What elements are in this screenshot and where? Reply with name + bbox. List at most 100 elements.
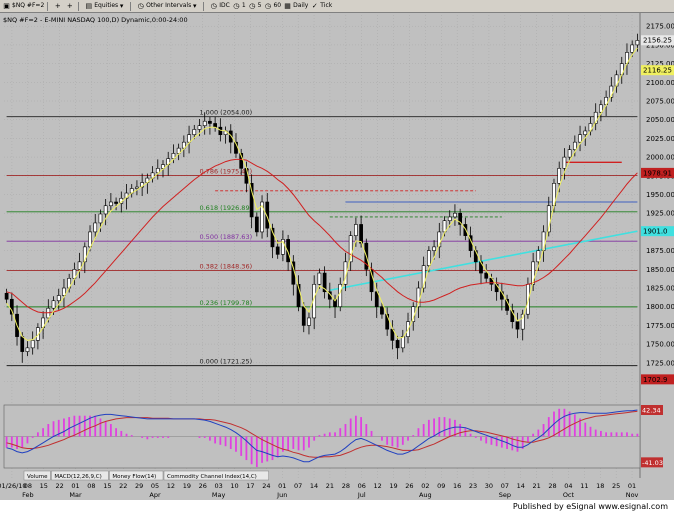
- plus-icon: +: [54, 1, 61, 10]
- month-label: Feb: [22, 491, 34, 499]
- price-tick-label: 2100.00: [646, 79, 674, 87]
- chart-title: $NQ #F=2 - E-MINI NASDAQ 100,D) Dynamic,…: [3, 16, 188, 24]
- fib-level-label: 0.382 (1848.36): [199, 263, 252, 271]
- clock-icon: ◷: [233, 1, 240, 10]
- candle-body: [93, 222, 98, 233]
- symbol-label: $NQ #F=2: [12, 2, 45, 9]
- toolbar-button-5[interactable]: ◷ 5: [249, 0, 262, 12]
- date-tick-label: 28: [342, 482, 350, 490]
- date-tick-label: 29: [135, 482, 143, 490]
- macd-panel: 42.34 -41.03: [3, 404, 663, 469]
- price-tick-label: 1925.00: [646, 210, 674, 218]
- study-tab: Money Flow(14): [109, 470, 164, 481]
- date-tick-label: 11: [580, 482, 588, 490]
- chevron-down-icon: ▾: [192, 1, 197, 10]
- candle-body: [109, 201, 113, 207]
- macd-tag-value: 42.34: [642, 407, 661, 415]
- toolbar-add-button[interactable]: +: [54, 1, 63, 10]
- month-label: Aug: [419, 491, 432, 499]
- study-tabs: Volume MACD(12,26,9,C) Money Flow(14) Commo…: [23, 470, 269, 481]
- symbol-selector[interactable]: ▣ $NQ #F=2: [3, 0, 44, 12]
- price-tag-value: 2156.25: [643, 37, 672, 45]
- price-tick-label: 1775.00: [646, 322, 674, 330]
- date-tick-label: 01: [71, 482, 79, 490]
- date-tick-label: 05: [151, 482, 159, 490]
- date-tick-label: 30: [485, 482, 493, 490]
- date-tick-label: 01: [278, 482, 286, 490]
- toolbar-label-1: 1: [241, 2, 246, 9]
- candle-body: [56, 295, 61, 302]
- toolbar-button-1[interactable]: ◷ 1: [233, 0, 246, 12]
- price-tick-label: 1825.00: [646, 285, 674, 293]
- candle-body: [114, 201, 118, 204]
- date-tick-label: 07: [294, 482, 302, 490]
- candle-body: [578, 134, 582, 143]
- clock-icon: ◷: [210, 1, 217, 10]
- price-chart[interactable]: 1.000 (2054.00) 0.786 (1975.47) 0.618 (192…: [0, 13, 674, 500]
- toolbar-separator: [203, 1, 205, 11]
- month-label: Nov: [626, 491, 639, 499]
- date-tick-label: 02: [421, 482, 429, 490]
- price-tick-label: 1750.00: [646, 341, 674, 349]
- price-tag-value: 2116.25: [643, 67, 672, 75]
- candle-body: [572, 141, 577, 150]
- toolbar-label-5: 5: [257, 2, 262, 9]
- candle-body: [307, 317, 311, 326]
- study-tab-label: Commodity Channel Index(14,C): [167, 474, 257, 480]
- candle-body: [218, 126, 223, 135]
- date-tick-label: 14: [517, 482, 525, 490]
- date-tick-label: 28: [548, 482, 556, 490]
- date-tick-label: 01: [628, 482, 636, 490]
- date-tick-label: 15: [40, 482, 48, 490]
- month-label: Oct: [563, 491, 575, 499]
- toolbar-button-other-intervals[interactable]: ◷ Other Intervals ▾: [137, 0, 200, 12]
- date-tick-label: 04: [564, 482, 572, 490]
- month-label: Jun: [276, 491, 287, 499]
- study-tab: MACD(12,26,9,C): [51, 470, 109, 481]
- candle-body: [103, 205, 108, 215]
- candle-body: [338, 283, 343, 308]
- toolbar-button-equities[interactable]: ▤ Equities ▾: [85, 0, 127, 12]
- toolbar-button-daily[interactable]: ▦ Daily: [284, 0, 308, 12]
- month-label: Sep: [499, 491, 511, 499]
- candle-body: [301, 306, 306, 326]
- toolbar-label-other-intervals: Other Intervals: [146, 2, 192, 9]
- date-tick-label: 08: [24, 482, 32, 490]
- month-label: May: [212, 491, 226, 499]
- candle-body: [192, 129, 197, 135]
- candle-body: [427, 250, 431, 266]
- study-tab: Commodity Channel Index(14,C): [163, 470, 269, 481]
- price-tick-label: 2075.00: [646, 98, 674, 106]
- candle-body: [583, 130, 588, 135]
- candle-body: [359, 224, 363, 244]
- toolbar-button-tick[interactable]: ✓ Tick: [311, 0, 332, 12]
- toolbar-label-tick: Tick: [320, 2, 333, 9]
- toolbar-label-equities: Equities: [94, 2, 119, 9]
- price-tick-label: 1875.00: [646, 247, 674, 255]
- candle-body: [187, 134, 191, 143]
- candle-body: [25, 347, 30, 352]
- fib-level-label: 1.000 (2054.00): [199, 109, 252, 117]
- date-tick-label: 12: [374, 482, 382, 490]
- date-tick-label: 24: [262, 482, 270, 490]
- toolbar-button-idc[interactable]: ◷ IDC: [210, 0, 230, 12]
- clock-icon: ◷: [264, 1, 272, 10]
- price-tick-label: 2000.00: [646, 154, 674, 162]
- candle-body: [380, 306, 384, 315]
- candle-body: [254, 216, 259, 233]
- date-tick-label: 12: [167, 482, 175, 490]
- study-tab: Volume: [23, 470, 51, 481]
- date-tick-label: 22: [56, 482, 64, 490]
- candle-body: [197, 125, 202, 130]
- price-tick-label: 2050.00: [646, 116, 674, 124]
- toolbar-add-study-button[interactable]: +: [66, 2, 75, 10]
- candle-body: [447, 216, 452, 222]
- candle-body: [400, 336, 405, 349]
- date-tick-label: 17: [246, 482, 254, 490]
- toolbar-button-60[interactable]: ◷ 60: [264, 0, 281, 12]
- candle-body: [453, 212, 457, 218]
- candle-body: [567, 149, 572, 158]
- date-tick-label: 26: [405, 482, 413, 490]
- candle-body: [562, 156, 567, 169]
- fib-level-label: 0.236 (1799.78): [199, 299, 252, 307]
